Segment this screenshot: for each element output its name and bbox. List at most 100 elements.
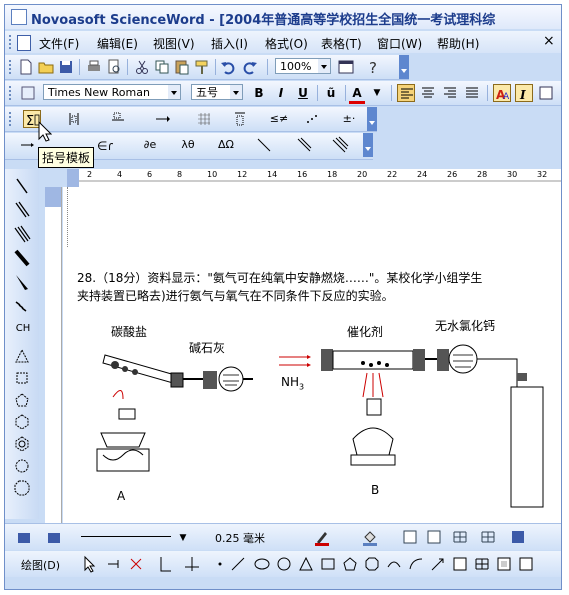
curve-tool-icon[interactable] [385,555,403,573]
help-icon[interactable]: ? [365,58,383,76]
document-icon[interactable] [17,35,31,51]
dots-template-icon[interactable] [303,110,321,128]
overbar-template-icon[interactable] [231,110,249,128]
ellipse-tool-icon[interactable] [253,555,271,573]
bold-button[interactable]: B [251,85,267,101]
shape-grid-icon[interactable] [473,555,491,573]
pen-color-icon[interactable] [313,528,331,546]
horizontal-ruler[interactable]: 2 4 6 8 10 12 14 16 18 20 22 24 26 28 30 32 [67,169,561,188]
format-painter-icon[interactable] [193,58,211,76]
ungroup-icon[interactable] [517,555,535,573]
triangle-ring-icon[interactable] [13,347,31,365]
italic-style-icon[interactable]: I [515,84,533,102]
font-select[interactable]: Times New Roman [43,84,181,100]
arrows-icon[interactable] [19,136,37,154]
operator-symbols-button[interactable]: ±· [339,111,359,127]
menu-table[interactable]: 表格(T) [321,35,362,52]
undo-icon[interactable] [219,58,237,76]
print-icon[interactable] [85,58,103,76]
double-bond-icon[interactable] [13,201,31,219]
arrow-tool-icon[interactable] [429,555,447,573]
circle-tool-icon[interactable] [275,555,293,573]
relation-symbols-button[interactable]: ≤≠ [267,111,291,127]
vertical-axis-icon[interactable] [155,555,173,573]
underline-button[interactable]: U [295,85,311,101]
draw-menu-button[interactable]: 绘图(D) [21,557,60,573]
toolbar-options-chevron[interactable] [367,107,377,131]
new-document-icon[interactable] [17,58,35,76]
matrix-template-icon[interactable] [65,110,83,128]
font-color-button[interactable]: A [349,85,365,104]
chevron-down-icon[interactable] [168,85,180,99]
style-icon[interactable] [19,84,37,102]
menu-view[interactable]: 视图(V) [153,35,195,52]
arc-tool-icon[interactable] [407,555,425,573]
heptagon-ring-icon[interactable] [13,457,31,475]
single-bond-icon[interactable] [13,177,31,195]
redo-icon[interactable] [241,58,259,76]
chain-button[interactable]: CH [13,321,33,337]
dot-icon[interactable] [211,555,229,573]
calculus-symbols-button[interactable]: ∂e [139,137,161,153]
window-icon[interactable] [337,58,355,76]
document-page[interactable]: 28.（18分）资料显示："氨气可在纯氧中安静燃烧……"。某校化学小组学生 夹持… [63,187,561,523]
shape-library-icon[interactable] [451,555,469,573]
fill-color-icon[interactable] [361,528,379,546]
align-right-icon[interactable] [441,84,459,102]
save-icon[interactable] [57,58,75,76]
chevron-down-icon[interactable]: ▼ [369,85,385,101]
toolbar-options-chevron[interactable] [399,55,409,79]
grid-template-icon[interactable] [195,110,213,128]
menu-edit[interactable]: 编辑(E) [97,35,138,52]
square-ring-icon[interactable] [13,369,31,387]
arrow-template-icon[interactable] [153,110,171,128]
greek-lower-button[interactable]: λθ [177,137,199,153]
line-diagonal-icon[interactable] [255,136,273,154]
chevron-down-icon[interactable]: ▼ [175,530,191,546]
table-grid-icon[interactable] [451,528,469,546]
cut-icon[interactable] [133,58,151,76]
octagon-ring-icon[interactable] [13,479,31,497]
copy-icon[interactable] [153,58,171,76]
menu-format[interactable]: 格式(O) [265,35,308,52]
align-center-icon[interactable] [419,84,437,102]
triangle-tool-icon[interactable] [297,555,315,573]
paste-icon[interactable] [173,58,191,76]
toolbar-options-chevron[interactable] [363,133,373,157]
draw-shape-icon[interactable] [45,528,63,546]
menu-file[interactable]: 文件(F) [39,35,79,52]
line-style-sample[interactable] [81,536,171,537]
chevron-down-icon[interactable] [230,85,242,99]
size-select[interactable]: 五号 [191,84,243,100]
chevron-down-icon[interactable] [318,59,330,73]
align-left-icon[interactable] [397,84,415,102]
edit-icon[interactable] [15,528,33,546]
arrange-icon[interactable] [425,528,443,546]
select-objects-icon[interactable] [81,555,99,573]
vertical-ruler[interactable] [45,187,62,523]
justify-icon[interactable] [463,84,481,102]
bold-wedge-icon[interactable] [13,273,31,291]
menu-window[interactable]: 窗口(W) [377,35,422,52]
menu-help[interactable]: 帮助(H) [437,35,479,52]
triple-bond-icon[interactable] [13,225,31,243]
double-line-icon[interactable] [295,136,313,154]
fraction-template-icon[interactable] [109,110,127,128]
hash-bond-icon[interactable] [13,297,31,315]
line-tool-icon[interactable] [229,555,247,573]
zoom-select[interactable]: 100% [275,58,331,74]
line-width-value[interactable]: 0.25 毫米 [215,530,265,546]
pentagon-ring-icon[interactable] [13,391,31,409]
shadow-icon[interactable] [509,528,527,546]
table-grid-2-icon[interactable] [479,528,497,546]
text-box-icon[interactable] [537,84,555,102]
close-doc-icon[interactable]: × [543,33,555,49]
tilde-button[interactable]: ũ [323,85,339,101]
menu-insert[interactable]: 插入(I) [211,35,248,52]
italic-button[interactable]: I [273,85,289,101]
print-preview-icon[interactable] [105,58,123,76]
pin-icon[interactable] [105,555,123,573]
greek-upper-button[interactable]: ΔΩ [215,137,237,153]
hexagon-ring-icon[interactable] [13,413,31,431]
pentagon-tool-icon[interactable] [341,555,359,573]
